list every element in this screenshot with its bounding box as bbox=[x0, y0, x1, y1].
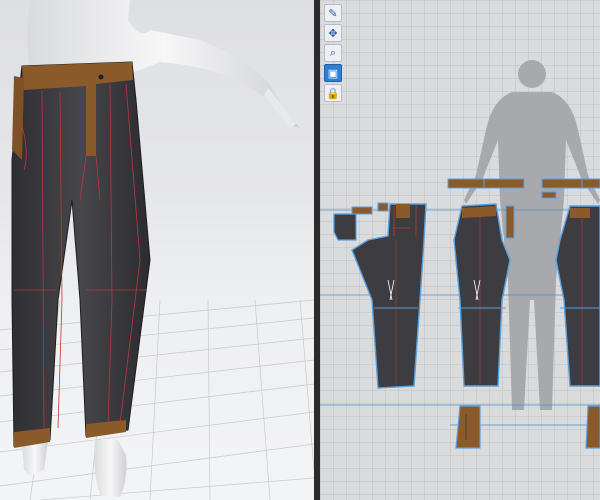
3d-scene bbox=[0, 0, 314, 500]
texture-icon[interactable]: ▣ bbox=[324, 64, 342, 82]
pattern-front-left[interactable] bbox=[351, 203, 427, 389]
3d-pants[interactable] bbox=[11, 61, 151, 448]
2d-pattern-canvas bbox=[320, 60, 600, 449]
edit-point-icon[interactable]: ✥ bbox=[324, 24, 342, 42]
3d-viewport[interactable] bbox=[0, 0, 314, 500]
pattern-cuff-pieces[interactable] bbox=[455, 405, 600, 449]
pattern-back-right[interactable] bbox=[555, 205, 600, 387]
transform-tool-icon[interactable]: ✎ bbox=[324, 4, 342, 22]
lock-icon[interactable]: 🔒 bbox=[324, 84, 342, 102]
pattern-back-middle[interactable] bbox=[453, 203, 511, 387]
zoom-icon[interactable]: ⌕ bbox=[324, 44, 342, 62]
2d-pattern-viewport[interactable]: ✎ ✥ ⌕ ▣ 🔒 bbox=[320, 0, 600, 500]
2d-toolbar: ✎ ✥ ⌕ ▣ 🔒 bbox=[324, 4, 344, 102]
